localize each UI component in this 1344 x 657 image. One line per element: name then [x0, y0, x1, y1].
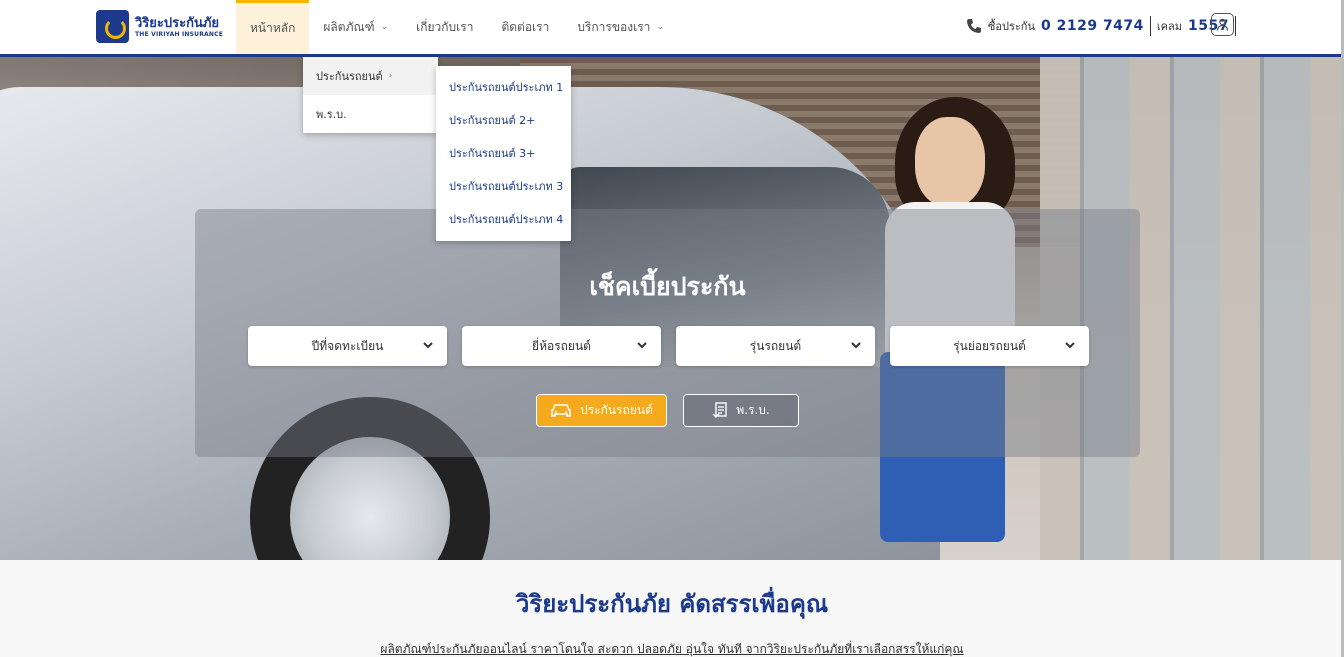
chevron-down-icon [423, 342, 433, 349]
featured-section: วิริยะประกันภัย คัดสรรเพื่อคุณ ผลิตภัณฑ์… [0, 560, 1344, 657]
divider [1235, 16, 1236, 36]
top-navbar: วิริยะประกันภัย THE VIRIYAH INSURANCE หน… [0, 0, 1344, 57]
car-model-select[interactable]: รุ่นรถยนต์ [676, 326, 875, 366]
menu-item-prb[interactable]: พ.ร.บ. [303, 95, 438, 133]
premium-check-panel: เช็คเบี้ยประกัน ปีที่จดทะเบียน ยี่ห้อรถย… [195, 209, 1140, 457]
menu-item-car-insurance-label: ประกันรถยนต์ [316, 70, 383, 83]
car-brand-select[interactable]: ยี่ห้อรถยนต์ [462, 326, 661, 366]
nav-contact-label: ติดต่อเรา [501, 19, 550, 34]
contact-bar: ซื้อประกัน 0 2129 7474 เคลม 1557 [966, 16, 1236, 36]
submenu-item-type3plus[interactable]: ประกันรถยนต์ 3+ [436, 136, 571, 169]
chevron-down-icon [851, 342, 861, 349]
chevron-down-icon: ⌄ [380, 22, 389, 32]
registration-year-select[interactable]: ปีที่จดทะเบียน [248, 326, 447, 366]
car-insurance-submenu: ประกันรถยนต์ประเภท 1 ประกันรถยนต์ 2+ ประ… [436, 66, 571, 241]
chevron-down-icon [1065, 342, 1075, 349]
phone-icon [966, 19, 981, 33]
menu-item-prb-label: พ.ร.บ. [316, 108, 347, 121]
main-nav: หน้าหลัก ผลิตภัณฑ์ ⌄ เกี่ยวกับเรา ติดต่อ… [236, 0, 678, 54]
car-icon [551, 403, 571, 417]
car-brand-label: ยี่ห้อรถยนต์ [532, 338, 591, 353]
brand-logo[interactable]: วิริยะประกันภัย THE VIRIYAH INSURANCE [96, 10, 223, 43]
car-submodel-label: รุ่นย่อยรถยนต์ [953, 338, 1026, 353]
nav-contact[interactable]: ติดต่อเรา [487, 0, 563, 54]
user-icon [1216, 18, 1229, 31]
nav-about[interactable]: เกี่ยวกับเรา [402, 0, 487, 54]
section-description: ผลิตภัณฑ์ประกันภัยออนไลน์ ราคาโดนใจ สะดว… [380, 642, 964, 656]
car-submodel-select[interactable]: รุ่นย่อยรถยนต์ [890, 326, 1089, 366]
nav-home[interactable]: หน้าหลัก [236, 0, 310, 54]
submenu-item-type3[interactable]: ประกันรถยนต์ประเภท 3 [436, 169, 571, 202]
logo-english-text: THE VIRIYAH INSURANCE [135, 30, 223, 38]
chevron-down-icon [637, 342, 647, 349]
car-insurance-button[interactable]: ประกันรถยนต์ [536, 394, 667, 427]
car-insurance-label: ประกันรถยนต์ [580, 403, 653, 417]
nav-products-label: ผลิตภัณฑ์ [323, 19, 375, 34]
logo-icon [96, 10, 129, 43]
vehicle-select-group: ปีที่จดทะเบียน ยี่ห้อรถยนต์ รุ่นรถยนต์ ร… [248, 326, 1089, 366]
section-title: วิริยะประกันภัย คัดสรรเพื่อคุณ [515, 590, 829, 618]
buy-insurance-label: ซื้อประกัน [987, 20, 1035, 33]
submenu-item-type4[interactable]: ประกันรถยนต์ประเภท 4 [436, 202, 571, 235]
insurance-type-buttons: ประกันรถยนต์ พ.ร.บ. [536, 394, 799, 427]
car-model-label: รุ่นรถยนต์ [749, 338, 802, 353]
menu-item-car-insurance[interactable]: ประกันรถยนต์ › [303, 57, 438, 95]
divider [1149, 16, 1151, 36]
premium-check-title: เช็คเบี้ยประกัน [589, 272, 746, 301]
hero-banner: เช็คเบี้ยประกัน ปีที่จดทะเบียน ยี่ห้อรถย… [0, 57, 1344, 560]
compulsory-insurance-button[interactable]: พ.ร.บ. [683, 394, 799, 427]
registration-year-label: ปีที่จดทะเบียน [311, 338, 384, 353]
nav-about-label: เกี่ยวกับเรา [416, 19, 474, 34]
submenu-item-type2plus[interactable]: ประกันรถยนต์ 2+ [436, 103, 571, 136]
buy-insurance-number[interactable]: 0 2129 7474 [1041, 18, 1144, 34]
chevron-right-icon: › [388, 71, 393, 81]
nav-services-label: บริการของเรา [577, 19, 651, 34]
products-dropdown: ประกันรถยนต์ › พ.ร.บ. [303, 57, 438, 133]
submenu-item-type1[interactable]: ประกันรถยนต์ประเภท 1 [436, 70, 571, 103]
nav-services[interactable]: บริการของเรา ⌄ [563, 0, 678, 54]
user-account-button[interactable] [1211, 13, 1234, 36]
chevron-down-icon: ⌄ [656, 22, 664, 32]
compulsory-insurance-label: พ.ร.บ. [736, 403, 770, 417]
claim-label: เคลม [1156, 20, 1183, 33]
document-icon [712, 401, 727, 418]
nav-products[interactable]: ผลิตภัณฑ์ ⌄ [309, 0, 402, 54]
logo-thai-text: วิริยะประกันภัย [135, 15, 220, 31]
nav-home-label: หน้าหลัก [250, 21, 296, 35]
